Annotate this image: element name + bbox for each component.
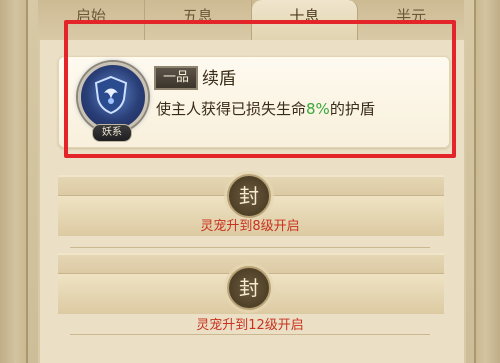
seal-icon: 封 (227, 174, 271, 218)
seal-icon: 封 (227, 266, 271, 310)
frame-left-border (0, 0, 28, 363)
unlock-requirement-text: 灵宠升到12级开启 (196, 318, 304, 333)
divider (70, 334, 430, 335)
divider (70, 247, 430, 248)
highlight-annotation-box (64, 20, 456, 158)
unlock-requirement-text: 灵宠升到8级开启 (200, 219, 300, 234)
frame-right-border (474, 0, 500, 363)
